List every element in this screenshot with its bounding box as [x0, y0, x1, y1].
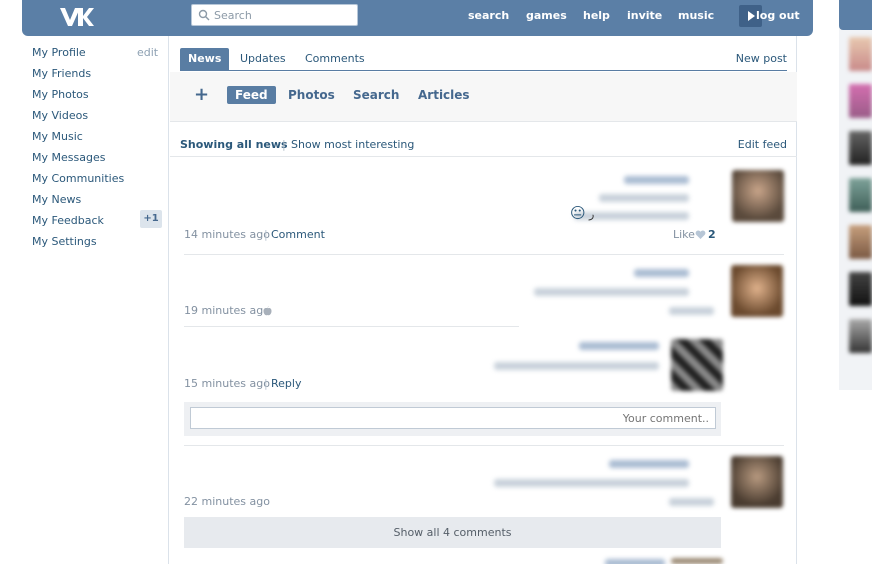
edit-feed-link[interactable]: Edit feed [738, 138, 787, 151]
filter-separator: | [282, 138, 286, 151]
nav-log-out[interactable]: log out [756, 9, 800, 22]
subnav-feed[interactable]: Feed [227, 86, 276, 104]
post-author-name[interactable] [609, 460, 689, 468]
heart-icon[interactable] [695, 230, 706, 240]
feed-subnav: + Feed Photos Search Articles [170, 72, 797, 122]
menu-my-settings[interactable]: My Settings [32, 235, 97, 248]
post-author-name[interactable] [624, 176, 689, 184]
separator: | [264, 228, 268, 241]
menu-my-messages[interactable]: My Messages [32, 151, 105, 164]
new-post-link[interactable]: New post [736, 52, 787, 65]
reply-link[interactable]: Reply [271, 377, 301, 390]
side-panel [839, 0, 872, 390]
comment-author-name[interactable] [579, 342, 659, 350]
add-list-button[interactable]: + [194, 84, 209, 105]
side-avatar[interactable] [849, 84, 872, 118]
nav-games[interactable]: games [526, 9, 567, 22]
like-label[interactable]: Like [673, 228, 695, 241]
tab-updates[interactable]: Updates [240, 48, 286, 70]
tab-comments[interactable]: Comments [305, 48, 365, 70]
subnav-photos[interactable]: Photos [288, 88, 335, 102]
apple-icon [263, 306, 272, 316]
divider [184, 326, 519, 327]
side-avatar[interactable] [849, 37, 872, 71]
comment-box [184, 402, 721, 436]
side-panel-tab[interactable] [839, 0, 872, 30]
nav-invite[interactable]: invite [627, 9, 662, 22]
tab-news[interactable]: News [180, 48, 230, 70]
side-avatar[interactable] [849, 272, 872, 306]
edit-profile-link[interactable]: edit [137, 46, 158, 59]
comment-time[interactable]: 15 minutes ago [184, 377, 270, 390]
menu-my-photos[interactable]: My Photos [32, 88, 89, 101]
nav-help[interactable]: help [583, 9, 610, 22]
post-author-avatar[interactable] [731, 265, 783, 317]
post-author-name[interactable] [605, 559, 665, 564]
search-placeholder: Search [214, 9, 252, 22]
show-all-comments-button[interactable]: Show all 4 comments [184, 517, 721, 548]
divider [184, 445, 784, 446]
post-author-avatar[interactable] [732, 170, 784, 222]
neutral-face-emoji-icon: 😐 [570, 204, 586, 222]
subnav-articles[interactable]: Articles [418, 88, 470, 102]
menu-my-friends[interactable]: My Friends [32, 67, 91, 80]
show-most-interesting-link[interactable]: Show most interesting [291, 138, 414, 151]
menu-my-music[interactable]: My Music [32, 130, 83, 143]
post-author-name[interactable] [634, 269, 689, 277]
divider [184, 254, 784, 255]
divider [170, 156, 797, 157]
news-feed-panel: News Updates Comments New post + Feed Ph… [168, 36, 797, 564]
like-count: 2 [708, 228, 716, 241]
comment-input[interactable] [190, 407, 716, 429]
comment-link[interactable]: Comment [271, 228, 325, 241]
side-avatar[interactable] [849, 178, 872, 212]
search-icon [198, 9, 210, 21]
side-avatar[interactable] [849, 131, 872, 165]
nav-search[interactable]: search [468, 9, 509, 22]
showing-all-news[interactable]: Showing all news [180, 138, 288, 151]
post-time[interactable]: 14 minutes ago [184, 228, 270, 241]
menu-my-profile[interactable]: My Profile [32, 46, 86, 59]
subnav-search[interactable]: Search [353, 88, 399, 102]
post-text [534, 288, 689, 296]
post-time[interactable]: 19 minutes ago [184, 304, 270, 317]
comment-text [494, 362, 659, 370]
play-icon [748, 11, 755, 21]
side-avatar[interactable] [849, 319, 872, 353]
post-author-avatar[interactable] [671, 558, 723, 564]
side-avatar[interactable] [849, 225, 872, 259]
post-text [494, 479, 689, 487]
post-likes [669, 307, 714, 315]
comment-author-avatar[interactable] [671, 339, 723, 391]
nav-music[interactable]: music [678, 9, 714, 22]
menu-my-feedback[interactable]: My Feedback [32, 214, 104, 227]
post-text-fragment: ر [589, 208, 595, 221]
top-header: Search search games help invite music lo… [22, 0, 813, 36]
feed-filter-bar: Showing all news | Show most interesting… [180, 136, 787, 156]
feedback-count-badge[interactable]: +1 [140, 210, 162, 228]
menu-my-videos[interactable]: My Videos [32, 109, 88, 122]
search-input[interactable]: Search [191, 4, 358, 26]
separator: | [264, 377, 268, 390]
menu-my-communities[interactable]: My Communities [32, 172, 124, 185]
feed-tabs: News Updates Comments New post [180, 48, 787, 71]
post-time[interactable]: 22 minutes ago [184, 495, 270, 508]
vk-logo-icon[interactable] [58, 5, 94, 29]
post-author-avatar[interactable] [731, 456, 783, 508]
post-likes [669, 498, 714, 506]
menu-my-news[interactable]: My News [32, 193, 81, 206]
post-text [599, 194, 689, 202]
